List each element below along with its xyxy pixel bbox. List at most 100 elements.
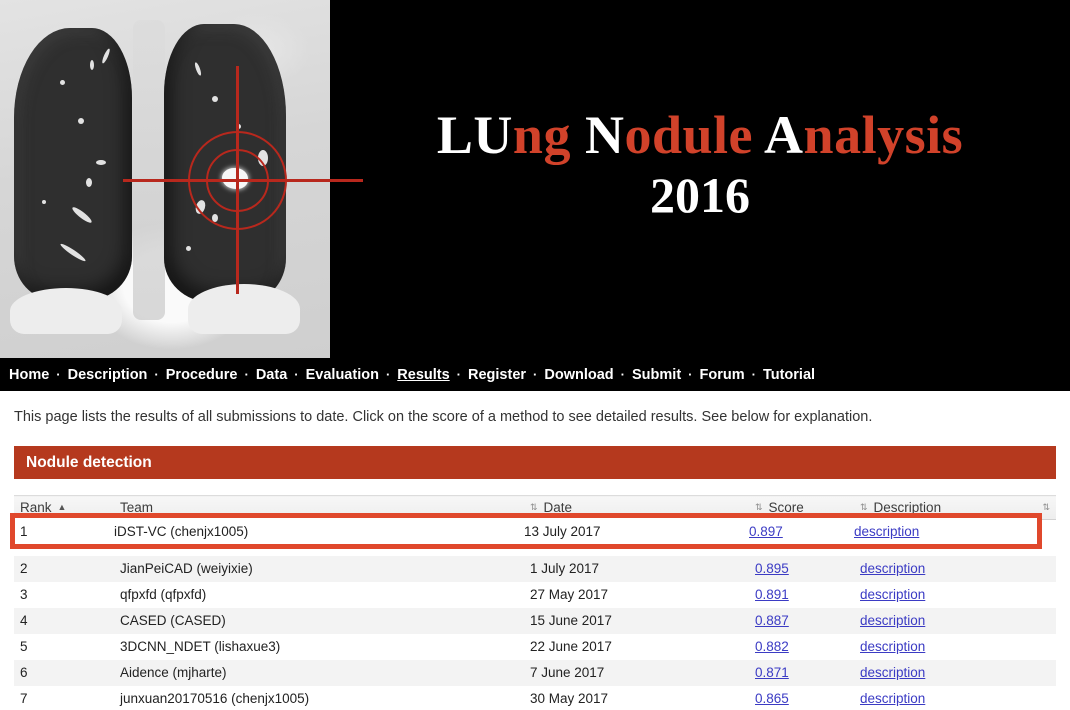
title-part-ng: ng bbox=[512, 105, 571, 166]
cell-description-link-cell: description bbox=[854, 659, 1056, 686]
cell-rank: 6 bbox=[14, 659, 114, 686]
cell-team: iDST-VC (chenjx1005) bbox=[114, 523, 249, 539]
cell-score-link-cell: 0.891 bbox=[749, 581, 854, 608]
cell-rank: 7 bbox=[14, 685, 114, 710]
nav-link-description[interactable]: Description bbox=[68, 367, 148, 383]
nav-link-home[interactable]: Home bbox=[9, 367, 49, 383]
nav-separator: · bbox=[385, 367, 391, 382]
cell-score-link[interactable]: 0.882 bbox=[755, 639, 789, 654]
cell-date: 30 May 2017 bbox=[524, 685, 749, 710]
nav-link-data[interactable]: Data bbox=[256, 367, 287, 383]
cell-description-link[interactable]: description bbox=[860, 639, 925, 654]
cell-date: 1 July 2017 bbox=[524, 555, 749, 582]
sort-toggle-caret-icon[interactable]: ⇅ bbox=[755, 503, 763, 512]
cell-description-link[interactable]: description bbox=[854, 524, 919, 539]
vessel-mark bbox=[78, 118, 84, 124]
cell-score-link[interactable]: 0.897 bbox=[749, 524, 783, 539]
title-part-n: N bbox=[584, 105, 625, 166]
nav-separator: · bbox=[244, 367, 249, 382]
vessel-mark bbox=[212, 96, 218, 102]
cell-score-link-cell: 0.882 bbox=[749, 633, 854, 660]
nav-link-results[interactable]: Results bbox=[397, 367, 449, 383]
cell-score-link[interactable]: 0.895 bbox=[755, 561, 789, 576]
nav-separator: · bbox=[154, 367, 159, 382]
nav-link-evaluation[interactable]: Evaluation bbox=[306, 367, 379, 383]
cell-description-link[interactable]: description bbox=[860, 561, 925, 576]
sort-toggle-caret-icon-tail[interactable]: ⇅ bbox=[1042, 503, 1050, 512]
title-part-nalysis: nalysis bbox=[803, 105, 964, 166]
vessel-mark bbox=[90, 60, 94, 70]
title-space-1 bbox=[571, 105, 585, 165]
sort-toggle-caret-icon[interactable]: ⇅ bbox=[530, 503, 538, 512]
vessel-mark bbox=[86, 178, 92, 187]
site-banner: LUng Nodule Analysis 2016 bbox=[0, 0, 1070, 358]
table-row[interactable]: 6 Aidence (mjharte) 7 June 2017 0.871 descri… bbox=[14, 659, 1056, 686]
vessel-mark bbox=[42, 200, 46, 204]
cell-description-link[interactable]: description bbox=[860, 691, 925, 706]
nav-link-tutorial[interactable]: Tutorial bbox=[763, 367, 815, 383]
nav-link-register[interactable]: Register bbox=[468, 367, 526, 383]
table-row[interactable]: 5 3DCNN_NDET (lishaxue3) 22 June 2017 0.882… bbox=[14, 633, 1056, 660]
section-title: Nodule detection bbox=[26, 453, 152, 471]
cell-score-link[interactable]: 0.887 bbox=[755, 613, 789, 628]
nav-separator: · bbox=[688, 367, 693, 382]
lung-ct-scan-image bbox=[0, 0, 363, 358]
nav-separator: · bbox=[533, 367, 538, 382]
cell-description-link-cell: description bbox=[854, 685, 1056, 710]
crosshair-inner-ring bbox=[206, 149, 269, 212]
cell-score-link-cell: 0.871 bbox=[749, 659, 854, 686]
cell-score-link[interactable]: 0.871 bbox=[755, 665, 789, 680]
cell-rank: 2 bbox=[14, 555, 114, 582]
nav-separator: · bbox=[620, 367, 626, 382]
cell-description-link-cell: description bbox=[854, 555, 1056, 582]
nav-separator: · bbox=[56, 367, 61, 382]
banner-title-year: 2016 bbox=[650, 167, 750, 224]
nav-separator: · bbox=[751, 367, 756, 382]
nav-link-forum[interactable]: Forum bbox=[700, 367, 745, 383]
main-navigation: Home · Description · Procedure · Data · Evaluati… bbox=[0, 358, 1070, 391]
intro-text: This page lists the results of all submi… bbox=[14, 409, 873, 425]
cell-score-link-cell: 0.887 bbox=[749, 607, 854, 634]
table-row[interactable]: 7 junxuan20170516 (chenjx1005) 30 May 2017… bbox=[14, 685, 1056, 710]
title-part-lu: LU bbox=[436, 105, 513, 166]
table-row[interactable]: 3 qfpxfd (qfpxfd) 27 May 2017 0.891 descript… bbox=[14, 581, 1056, 608]
cell-description-link[interactable]: description bbox=[860, 613, 925, 628]
section-banner-nodule-detection: Nodule detection bbox=[14, 446, 1056, 480]
vessel-mark bbox=[96, 160, 106, 165]
cell-team: Aidence (mjharte) bbox=[114, 659, 524, 686]
cell-description-link[interactable]: description bbox=[860, 665, 925, 680]
cell-description-link[interactable]: description bbox=[860, 587, 925, 602]
vessel-mark bbox=[60, 80, 65, 85]
title-part-a: A bbox=[764, 105, 804, 166]
banner-title-line1: LUng Nodule Analysis bbox=[437, 107, 963, 164]
cell-date: 7 June 2017 bbox=[524, 659, 749, 686]
spine-shape bbox=[133, 20, 165, 320]
cell-rank: 5 bbox=[14, 633, 114, 660]
nav-link-submit[interactable]: Submit bbox=[632, 367, 681, 383]
cell-date: 13 July 2017 bbox=[524, 523, 601, 539]
nav-link-download[interactable]: Download bbox=[544, 367, 613, 383]
cell-rank: 3 bbox=[14, 581, 114, 608]
cell-rank: 4 bbox=[14, 607, 114, 634]
nav-separator: · bbox=[294, 367, 299, 382]
page-root: LUng Nodule Analysis 2016 Home · Descripti… bbox=[0, 0, 1070, 710]
table-row[interactable]: 4 CASED (CASED) 15 June 2017 0.887 descripti… bbox=[14, 607, 1056, 634]
cell-team: CASED (CASED) bbox=[114, 607, 524, 634]
sort-toggle-caret-icon[interactable]: ⇅ bbox=[860, 503, 868, 512]
table-row-highlighted: 1 iDST-VC (chenjx1005) 13 July 2017 0.89… bbox=[10, 513, 1042, 549]
results-table-wrapper: Rank ▲ Team ⇅ Date ⇅ Score ⇅ Description… bbox=[10, 495, 1056, 710]
nav-link-procedure[interactable]: Procedure bbox=[166, 367, 238, 383]
left-lung-shape bbox=[14, 28, 132, 300]
cell-score-link[interactable]: 0.865 bbox=[755, 691, 789, 706]
cell-score-link-cell: 0.865 bbox=[749, 685, 854, 710]
cell-score-link[interactable]: 0.891 bbox=[755, 587, 789, 602]
table-row[interactable]: 2 JianPeiCAD (weiyixie) 1 July 2017 0.895 de… bbox=[14, 555, 1056, 582]
cell-description-link-cell: description bbox=[854, 607, 1056, 634]
diaphragm-left bbox=[10, 288, 122, 334]
cell-team: 3DCNN_NDET (lishaxue3) bbox=[114, 633, 524, 660]
sort-asc-caret-icon[interactable]: ▲ bbox=[58, 503, 67, 512]
crosshair-target-icon bbox=[123, 66, 363, 294]
cell-team: JianPeiCAD (weiyixie) bbox=[114, 555, 524, 582]
cell-date: 27 May 2017 bbox=[524, 581, 749, 608]
cell-date: 22 June 2017 bbox=[524, 633, 749, 660]
